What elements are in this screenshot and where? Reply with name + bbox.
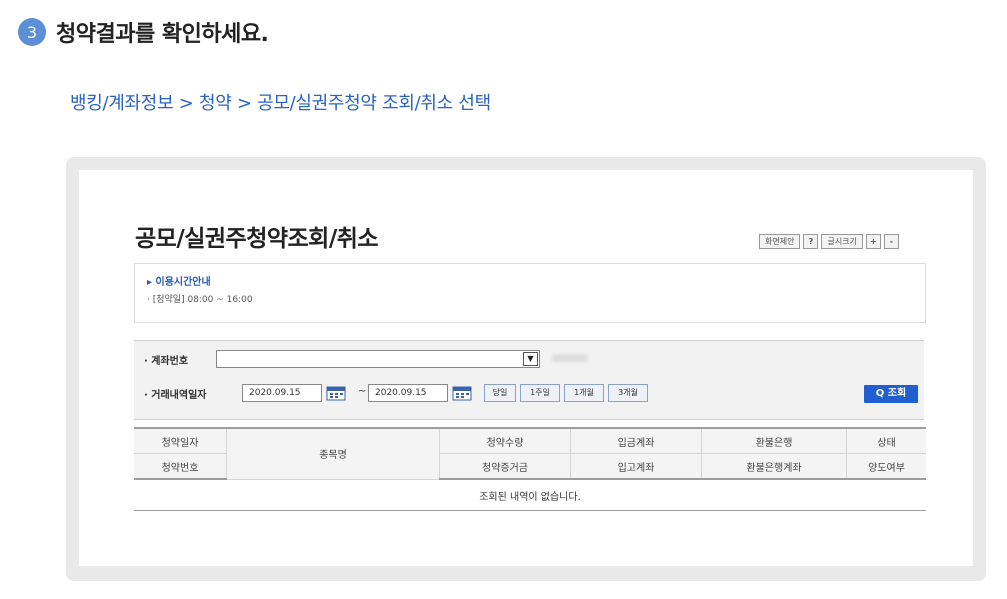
usage-hours-notice: ▸ 이용시간안내 · [청약일] 08:00 ~ 16:00 xyxy=(134,263,926,323)
empty-results-message: 조회된 내역이 없습니다. xyxy=(134,479,926,511)
account-select[interactable]: ▼ xyxy=(216,350,540,368)
date-range-separator: ~ xyxy=(358,386,367,397)
account-number-label: · 계좌번호 xyxy=(144,356,189,367)
column-header: 환불은행계좌 xyxy=(701,453,847,480)
step-number-badge: 3 xyxy=(18,18,46,46)
app-screen: 공모/실권주청약조회/취소 화면제안 ? 글시크기 + - ▸ 이용시간안내 ·… xyxy=(79,170,973,566)
breadcrumb: 뱅킹/계좌정보 > 청약 > 공모/실권주청약 조회/취소 선택 xyxy=(70,93,491,114)
period-1week-button[interactable]: 1주일 xyxy=(520,384,560,402)
period-today-button[interactable]: 당일 xyxy=(484,384,516,402)
column-header: 청약증거금 xyxy=(439,453,571,480)
date-to-input[interactable]: 2020.09.15 xyxy=(368,384,448,402)
column-header: 청약번호 xyxy=(134,453,227,480)
search-panel: · 계좌번호 ▼ · 거래내역일자 2020.09.15 ~ 2020.09.1… xyxy=(134,340,924,420)
chevron-down-icon[interactable]: ▼ xyxy=(523,352,538,366)
date-range-label: · 거래내역일자 xyxy=(144,390,207,401)
period-3month-button[interactable]: 3개월 xyxy=(608,384,648,402)
calendar-icon[interactable] xyxy=(452,385,472,401)
date-from-input[interactable]: 2020.09.15 xyxy=(242,384,322,402)
step-heading: 3 청약결과를 확인하세요. xyxy=(18,16,269,48)
font-decrease-button[interactable]: - xyxy=(883,234,899,249)
period-1month-button[interactable]: 1개월 xyxy=(564,384,604,402)
step-title: 청약결과를 확인하세요. xyxy=(56,22,269,47)
column-header: 청약일자 xyxy=(134,427,227,454)
help-button[interactable]: ? xyxy=(803,234,819,249)
suggest-screen-button[interactable]: 화면제안 xyxy=(759,234,801,249)
notice-title: ▸ 이용시간안내 xyxy=(147,277,211,288)
results-table: 청약일자 종목명 청약수량 입금계좌 환불은행 상태 청약번호 청약증거금 입고… xyxy=(134,427,926,511)
column-header: 입금계좌 xyxy=(570,427,702,454)
screenshot-frame: 공모/실권주청약조회/취소 화면제안 ? 글시크기 + - ▸ 이용시간안내 ·… xyxy=(66,157,986,581)
page-title: 공모/실권주청약조회/취소 xyxy=(135,226,379,252)
column-header: 상태 xyxy=(846,427,926,454)
column-header: 청약수량 xyxy=(439,427,571,454)
toolbar: 화면제안 ? 글시크기 + - xyxy=(759,234,899,249)
column-header: 종목명 xyxy=(226,427,440,480)
font-increase-button[interactable]: + xyxy=(865,234,881,249)
notice-text: · [청약일] 08:00 ~ 16:00 xyxy=(147,295,253,305)
column-header: 입고계좌 xyxy=(570,453,702,480)
calendar-icon[interactable] xyxy=(326,385,346,401)
column-header: 환불은행 xyxy=(701,427,847,454)
masked-account-info xyxy=(552,354,588,362)
font-size-label: 글시크기 xyxy=(821,234,863,249)
search-button[interactable]: Q 조회 xyxy=(864,385,918,403)
column-header: 양도여부 xyxy=(846,453,926,480)
